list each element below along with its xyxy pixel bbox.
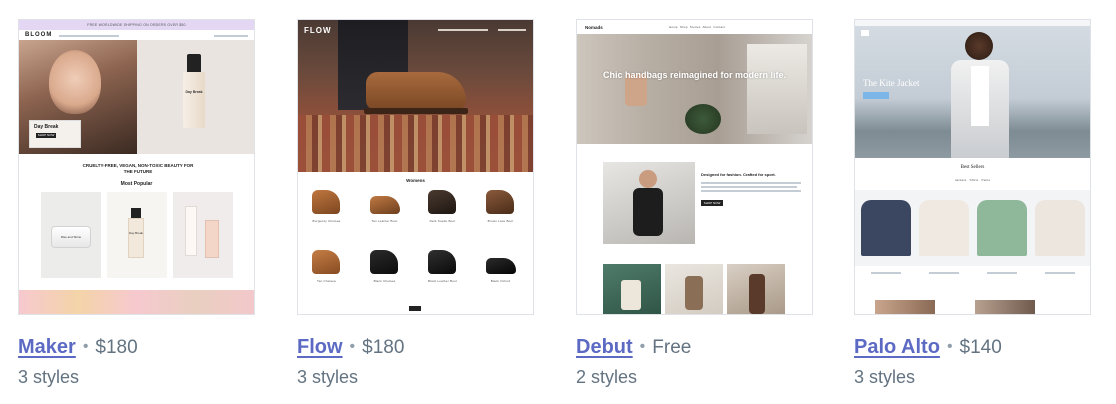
theme-price: $180 <box>95 337 138 358</box>
product-title: Tan Chelsea <box>317 279 336 283</box>
product-shirt <box>861 200 911 256</box>
product-tile: Rise and Shine <box>41 192 101 278</box>
theme-card-flow: FLOW Womens Burgundy Chelsea Tan Leather… <box>297 19 534 390</box>
theme-styles-count: 3 styles <box>297 367 359 387</box>
theme-name-link[interactable]: Debut <box>576 336 633 358</box>
store-logo: BLOOM <box>25 32 53 38</box>
product-tile: Day Break <box>107 192 167 278</box>
theme-price: Free <box>652 337 692 358</box>
nav-item: Shop <box>679 25 688 29</box>
gallery-image <box>727 264 785 314</box>
theme-price: $140 <box>959 337 1002 358</box>
theme-meta: Palo Alto • $140 <box>854 334 1091 362</box>
theme-styles-count: 3 styles <box>854 367 916 387</box>
store-logo: Nomads <box>585 25 603 30</box>
theme-styles-count: 3 styles <box>18 367 80 387</box>
footer-banner <box>19 290 254 314</box>
section-title: Womens <box>406 178 425 183</box>
feature-title: Designed for fashion. Crafted for sport. <box>701 172 776 177</box>
theme-name-link[interactable]: Flow <box>297 336 343 358</box>
tab-item: Pants <box>981 178 991 182</box>
store-logo: FLOW <box>304 26 332 35</box>
nav-item: About <box>702 25 712 29</box>
hero-portrait: Day Break SHOP NOW <box>19 40 137 154</box>
product-title: Black Chelsea <box>373 279 396 283</box>
section-title: Best Sellers <box>960 165 985 170</box>
theme-preview-palo-alto[interactable]: The Kite Jacket Best Sellers Jackets Shi… <box>854 19 1091 315</box>
section-title: Most Popular <box>120 181 153 187</box>
hero-image: FLOW <box>298 20 533 172</box>
theme-card-maker: FREE WORLDWIDE SHIPPING ON ORDERS OVER $… <box>18 19 255 390</box>
product-row <box>855 190 1090 266</box>
feature-image <box>603 162 695 244</box>
product-title: Brown Lace Boot <box>487 219 514 223</box>
tab-item: Jackets <box>954 178 967 182</box>
separator-dot: • <box>946 338 953 355</box>
hero-title: The Kite Jacket <box>863 78 920 88</box>
separator-dot: • <box>82 338 89 355</box>
product-tile <box>173 192 233 278</box>
section-tabs: Jackets Shirts Pants <box>855 178 1090 182</box>
hero-title: Day Break <box>34 124 59 130</box>
footer-image <box>875 300 935 314</box>
gallery-image <box>603 264 661 314</box>
theme-price: $180 <box>362 337 405 358</box>
bottle-label: Day Break <box>185 90 203 94</box>
product-title: Burgundy Chelsea <box>312 219 341 223</box>
tab-item: Shirts <box>969 178 979 182</box>
hero-product: Day Break <box>137 40 254 154</box>
product-title: Tan Leather Boot <box>371 219 398 223</box>
product-grid: Burgundy Chelsea Tan Leather Boot Dark S… <box>298 186 533 314</box>
top-nav: Home Shop Stories About Contact <box>669 25 725 29</box>
announcement-bar: FREE WORLDWIDE SHIPPING ON ORDERS OVER $… <box>19 20 254 30</box>
theme-preview-debut[interactable]: Nomads Home Shop Stories About Contact C… <box>576 19 813 315</box>
bottle-label: Day Break <box>129 231 144 235</box>
tagline: CRUELTY-FREE, VEGAN, NON-TOXIC BEAUTY FO… <box>82 163 194 174</box>
pager-button <box>409 306 421 311</box>
theme-preview-maker[interactable]: FREE WORLDWIDE SHIPPING ON ORDERS OVER $… <box>18 19 255 315</box>
theme-preview-flow[interactable]: FLOW Womens Burgundy Chelsea Tan Leather… <box>297 19 534 315</box>
footer-image <box>975 300 1035 314</box>
nav-item: Home <box>669 25 678 29</box>
hero-button <box>863 92 889 99</box>
product-shirt <box>977 200 1027 256</box>
theme-name-link[interactable]: Palo Alto <box>854 336 940 358</box>
nav-item: Stories <box>689 25 701 29</box>
product-title: Black Leather Boot <box>428 279 457 283</box>
gallery-image <box>665 264 723 314</box>
theme-styles-count: 2 styles <box>576 367 638 387</box>
hero-text: Chic handbags reimagined for modern life… <box>602 70 787 80</box>
feature-button: SHOP NOW <box>701 200 723 206</box>
theme-meta: Flow • $180 <box>297 334 534 362</box>
theme-meta: Maker • $180 <box>18 334 255 362</box>
product-shirt <box>1035 200 1085 256</box>
theme-name-link[interactable]: Maker <box>18 336 76 358</box>
separator-dot: • <box>349 338 356 355</box>
hero-button: SHOP NOW <box>36 133 56 138</box>
product-title: Black Oxford <box>490 279 511 283</box>
theme-card-debut: Nomads Home Shop Stories About Contact C… <box>576 19 813 390</box>
hero-image: Chic handbags reimagined for modern life… <box>577 34 812 144</box>
theme-meta: Debut • Free <box>576 334 813 362</box>
theme-card-palo-alto: The Kite Jacket Best Sellers Jackets Shi… <box>854 19 1091 390</box>
separator-dot: • <box>639 338 646 355</box>
nav-item: Contact <box>713 25 726 29</box>
announcement-text: FREE WORLDWIDE SHIPPING ON ORDERS OVER $… <box>87 23 186 27</box>
jar-label: Rise and Shine <box>60 235 82 239</box>
hero-image: The Kite Jacket <box>855 26 1090 158</box>
product-shirt <box>919 200 969 256</box>
product-title: Dark Suede Boot <box>429 219 456 223</box>
